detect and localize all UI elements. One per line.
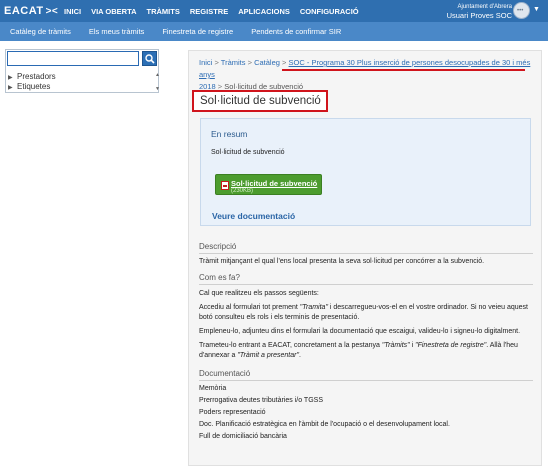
user-name: Usuari Proves SOC <box>446 11 512 20</box>
tree-node-prestadors[interactable]: ▶ Prestadors <box>8 72 156 82</box>
subnav-pendents-sir[interactable]: Pendents de confirmar SIR <box>251 27 341 36</box>
nav-tramits[interactable]: TRÀMITS <box>147 7 180 16</box>
tree-node-label: Prestadors <box>17 72 56 81</box>
com-es-fa-intro: Cal que realitzeu els passos següents: <box>199 290 319 297</box>
descripcio-section: Descripció Tràmit mitjançant el qual l'e… <box>199 242 533 267</box>
sidebar-scrollbar[interactable]: ▲ ▼ <box>155 72 160 92</box>
summary-box: En resum Sol·licitud de subvenció Sol·li… <box>200 118 531 226</box>
caret-right-icon: ▶ <box>8 85 13 91</box>
breadcrumb-separator: > <box>282 58 287 67</box>
tree-node-label: Etiquetes <box>17 82 51 91</box>
main-content: Inici > Tràmits > Catàleg > SOC - Progra… <box>188 50 542 466</box>
doc-item: Full de domiciliació bancària <box>199 433 287 440</box>
tramita-button-label: Sol·licitud de subvenció <box>231 179 318 188</box>
breadcrumb: Inici > Tràmits > Catàleg > SOC - Progra… <box>199 57 535 93</box>
breadcrumb-cataleg[interactable]: Catàleg <box>254 58 280 67</box>
chevron-down-icon[interactable]: ▼ <box>533 6 540 13</box>
sidebar: ▶ Prestadors ▶ Etiquetes ▲ ▼ <box>5 49 160 93</box>
tramita-button[interactable]: Sol·licitud de subvenció (230KB) <box>215 174 322 195</box>
nav-registre[interactable]: REGISTRE <box>190 7 228 16</box>
main-nav: INICI VIA OBERTA TRÀMITS REGISTRE APLICA… <box>64 7 369 16</box>
doc-item: Prerrogativa deutes tributàries i/o TGSS <box>199 397 323 404</box>
step-3-text-d: . <box>298 352 301 359</box>
breadcrumb-separator: > <box>247 58 252 67</box>
tree-node-etiquetes[interactable]: ▶ Etiquetes <box>8 82 156 92</box>
subnav-cataleg[interactable]: Catàleg de tràmits <box>10 27 71 36</box>
tramita-button-size: (230KB) <box>231 188 254 194</box>
summary-heading: En resum <box>211 129 248 139</box>
doc-item: Memòria <box>199 385 227 392</box>
step-1-tramita: "Tramita" <box>299 304 328 311</box>
breadcrumb-separator: > <box>214 58 219 67</box>
documentacio-section: Documentació Memòria Prerrogativa deutes… <box>199 369 533 443</box>
eacat-logo[interactable]: EACAT >< <box>4 5 58 17</box>
logo-text: EACAT <box>4 5 44 17</box>
search-icon <box>145 54 155 64</box>
subnav-els-meus-tramits[interactable]: Els meus tràmits <box>89 27 144 36</box>
descripcio-text: Tràmit mitjançant el qual l'ens local pr… <box>199 258 485 265</box>
user-organization: Ajuntament d'Abrera <box>457 4 512 10</box>
top-bar: EACAT >< INICI VIA OBERTA TRÀMITS REGISTR… <box>0 0 548 22</box>
step-3-tramit-presentar: "Tràmit a presentar" <box>237 352 299 359</box>
breadcrumb-inici[interactable]: Inici <box>199 58 212 67</box>
breadcrumb-highlight <box>282 69 525 71</box>
step-1-text-a: Accediu al formulari tot prement <box>199 304 300 311</box>
com-es-fa-section: Com es fa? Cal que realitzeu els passos … <box>199 273 533 361</box>
doc-item: Doc. Planificació estratègica en l'àmbit… <box>199 421 450 428</box>
category-tree: ▶ Prestadors ▶ Etiquetes <box>8 72 156 92</box>
nav-inici[interactable]: INICI <box>64 7 81 16</box>
sub-nav: Catàleg de tràmits Els meus tràmits Fine… <box>0 22 548 41</box>
user-avatar-icon[interactable]: ••• <box>513 2 530 19</box>
scroll-down-icon[interactable]: ▼ <box>155 86 160 92</box>
nav-configuracio[interactable]: CONFIGURACIÓ <box>300 7 359 16</box>
veure-documentacio-link[interactable]: Veure documentació <box>212 211 295 221</box>
doc-item: Poders representació <box>199 409 266 416</box>
step-3-text-a: Trameteu-lo entrant a EACAT, concretamen… <box>199 342 382 349</box>
nav-via-oberta[interactable]: VIA OBERTA <box>91 7 136 16</box>
summary-text: Sol·licitud de subvenció <box>211 149 285 156</box>
page-title: Sol·licitud de subvenció <box>192 90 328 112</box>
subnav-finestreta[interactable]: Finestreta de registre <box>162 27 233 36</box>
logo-mark: >< <box>45 6 59 17</box>
search-input[interactable] <box>7 51 139 66</box>
nav-aplicacions[interactable]: APLICACIONS <box>238 7 290 16</box>
documentacio-heading: Documentació <box>199 369 533 381</box>
step-3-tramits: "Tràmits" <box>381 342 410 349</box>
com-es-fa-heading: Com es fa? <box>199 273 533 285</box>
scroll-up-icon[interactable]: ▲ <box>155 72 160 78</box>
search-button[interactable] <box>142 51 157 66</box>
breadcrumb-tramits[interactable]: Tràmits <box>221 58 246 67</box>
com-es-fa-step-3: Trameteu-lo entrant a EACAT, concretamen… <box>199 341 533 361</box>
com-es-fa-step-2: Empleneu-lo, adjunteu dins el formulari … <box>199 328 521 335</box>
pdf-icon <box>221 181 229 190</box>
user-info[interactable]: Ajuntament d'Abrera Usuari Proves SOC <box>447 3 512 21</box>
com-es-fa-step-1: Accediu al formulari tot prement "Tramit… <box>199 303 533 323</box>
descripcio-heading: Descripció <box>199 242 533 254</box>
step-3-finestreta: "Finestreta de registre" <box>415 342 487 349</box>
